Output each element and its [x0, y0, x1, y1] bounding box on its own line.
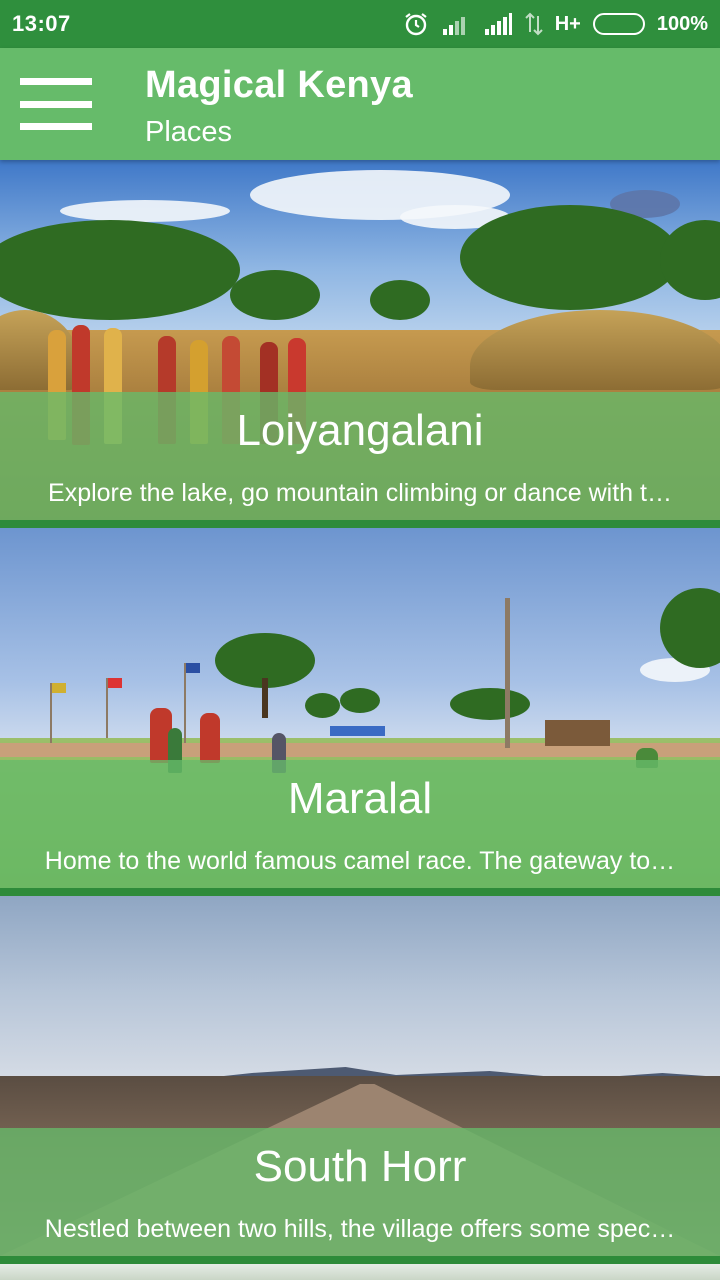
place-caption: South Horr Nestled between two hills, th…	[0, 1128, 720, 1256]
card-divider	[0, 1256, 720, 1264]
place-card-partial[interactable]	[0, 1264, 720, 1280]
signal-icon	[441, 13, 471, 35]
place-caption: Loiyangalani Explore the lake, go mounta…	[0, 392, 720, 520]
place-name: South Horr	[253, 1142, 467, 1191]
card-divider	[0, 888, 720, 896]
place-description: Nestled between two hills, the village o…	[44, 1215, 676, 1243]
status-time: 13:07	[12, 11, 71, 36]
hamburger-menu-icon[interactable]	[20, 78, 92, 130]
card-divider	[0, 520, 720, 528]
alarm-icon	[403, 11, 429, 37]
battery-icon	[592, 13, 645, 35]
place-description: Home to the world famous camel race. The…	[44, 847, 676, 875]
app-title: Magical Kenya	[145, 64, 413, 106]
network-type: H+	[554, 12, 581, 35]
status-bar: 13:07 H+ 100%	[0, 0, 720, 48]
place-card-maralal[interactable]: Maralal Home to the world famous camel r…	[0, 528, 720, 888]
app-bar: Magical Kenya Places	[0, 48, 720, 160]
place-caption: Maralal Home to the world famous camel r…	[0, 760, 720, 888]
place-name: Loiyangalani	[236, 406, 484, 455]
data-transfer-icon	[525, 12, 543, 36]
battery-percent: 100%	[656, 12, 708, 35]
status-icons: H+ 100%	[403, 11, 708, 37]
app-subtitle: Places	[145, 116, 233, 148]
places-list[interactable]: Loiyangalani Explore the lake, go mounta…	[0, 160, 720, 1280]
place-name: Maralal	[287, 774, 433, 823]
place-card-south-horr[interactable]: South Horr Nestled between two hills, th…	[0, 896, 720, 1256]
place-description: Explore the lake, go mountain climbing o…	[48, 479, 672, 507]
signal-icon	[483, 13, 513, 35]
place-card-loiyangalani[interactable]: Loiyangalani Explore the lake, go mounta…	[0, 160, 720, 520]
